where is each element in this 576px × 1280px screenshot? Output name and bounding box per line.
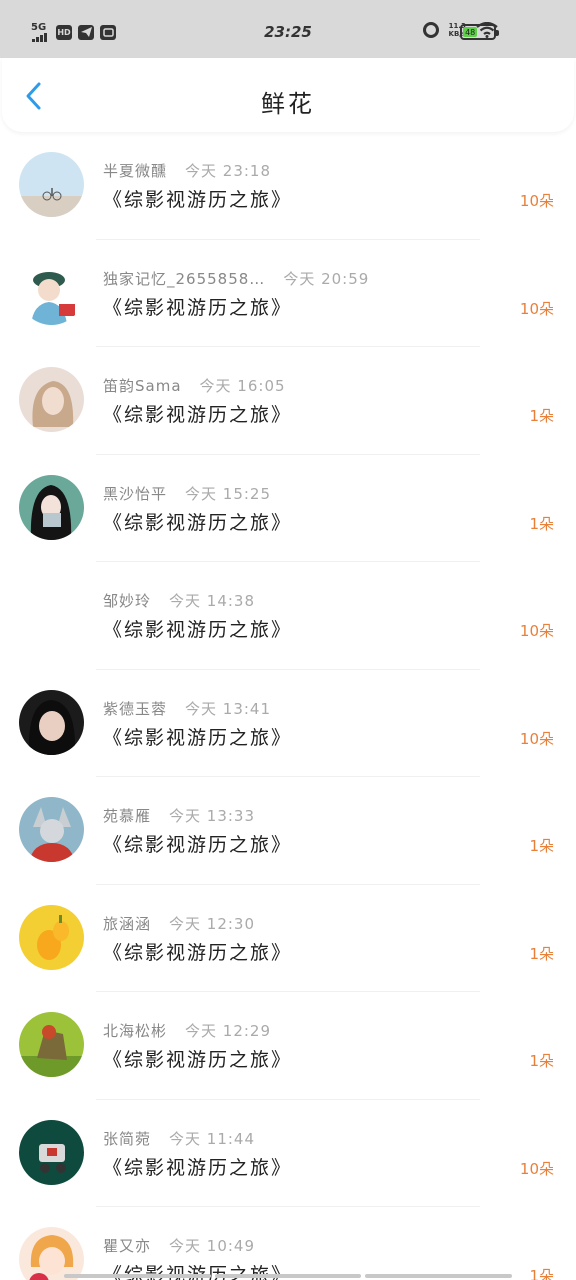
user-name[interactable]: 张简菀 — [103, 1128, 151, 1149]
flower-count: 10朵 — [519, 192, 554, 210]
book-title: 《综影视游历之旅》 — [103, 1049, 293, 1071]
avatar[interactable] — [19, 689, 84, 755]
flower-count: 1朵 — [529, 1267, 554, 1280]
book-title: 《综影视游历之旅》 — [103, 834, 293, 856]
book-title: 《综影视游历之旅》 — [103, 726, 293, 749]
avatar[interactable] — [19, 904, 84, 970]
timestamp: 今天 10:49 — [169, 1237, 256, 1255]
flower-count: 1朵 — [529, 944, 554, 963]
user-name[interactable]: 旅涵涵 — [103, 913, 151, 934]
book-title: 《综影视游历之旅》 — [103, 511, 293, 534]
user-name[interactable]: 独家记忆_2655858… — [103, 268, 265, 289]
book-title: 《综影视游历之旅》 — [103, 941, 293, 964]
nav-bar: 鲜花 — [2, 58, 574, 132]
book-title: 《综影视游历之旅》 — [103, 404, 293, 426]
user-name[interactable]: 北海松彬 — [103, 1020, 167, 1041]
book-title: 《综影视游历之旅》 — [103, 296, 293, 319]
list-item[interactable]: 笛韵Sama 今天 16:05 《综影视游历之旅》 1朵 — [0, 347, 576, 455]
user-name[interactable]: 笛韵Sama — [103, 375, 182, 396]
book-title: 《综影视游历之旅》 — [103, 1156, 293, 1179]
avatar[interactable] — [19, 367, 84, 432]
avatar[interactable] — [19, 474, 84, 540]
flower-count: 1朵 — [529, 407, 554, 425]
avatar[interactable] — [19, 259, 84, 325]
timestamp: 今天 11:44 — [169, 1129, 256, 1148]
user-name[interactable]: 紫德玉蓉 — [103, 698, 167, 719]
timestamp: 今天 13:33 — [169, 807, 256, 825]
book-title: 《综影视游历之旅》 — [103, 619, 293, 641]
timestamp: 今天 23:18 — [185, 162, 272, 180]
flower-count: 10朵 — [519, 729, 554, 748]
avatar[interactable] — [19, 582, 84, 647]
user-name[interactable]: 半夏微醺 — [103, 160, 167, 181]
user-name[interactable]: 苑慕雁 — [103, 805, 151, 826]
user-name[interactable]: 邹妙玲 — [103, 590, 151, 611]
timestamp: 今天 12:29 — [185, 1022, 272, 1040]
flower-count: 10朵 — [519, 1159, 554, 1178]
avatar[interactable] — [19, 152, 84, 217]
flower-count: 1朵 — [529, 514, 554, 533]
avatar[interactable] — [19, 1227, 84, 1280]
avatar[interactable] — [19, 797, 84, 862]
book-title: 《综影视游历之旅》 — [103, 189, 293, 211]
user-name[interactable]: 瞿又亦 — [103, 1235, 151, 1256]
list-item[interactable]: 黑沙怡平 今天 15:25 《综影视游历之旅》 1朵 — [0, 455, 576, 562]
user-name[interactable]: 黑沙怡平 — [103, 483, 167, 504]
list-item[interactable]: 旅涵涵 今天 12:30 《综影视游历之旅》 1朵 — [0, 885, 576, 992]
timestamp: 今天 14:38 — [169, 592, 256, 610]
alarm-icon — [422, 22, 439, 38]
status-bar: 5G HD 23:25 11.3 KB/s 48 — [0, 0, 576, 58]
battery-level: 48 — [463, 27, 478, 37]
timestamp: 今天 13:41 — [185, 699, 272, 718]
avatar[interactable] — [19, 1012, 84, 1077]
timestamp: 今天 16:05 — [199, 377, 286, 395]
flower-count: 10朵 — [519, 299, 554, 318]
list-item[interactable]: 半夏微醺 今天 23:18 《综影视游历之旅》 10朵 — [0, 132, 576, 240]
list-item[interactable]: 独家记忆_2655858… 今天 20:59 《综影视游历之旅》 10朵 — [0, 240, 576, 347]
list-item[interactable]: 苑慕雁 今天 13:33 《综影视游历之旅》 1朵 — [0, 777, 576, 885]
timestamp: 今天 20:59 — [283, 269, 370, 288]
list-item[interactable]: 邹妙玲 今天 14:38 《综影视游历之旅》 10朵 — [0, 562, 576, 670]
list-item[interactable]: 张简菀 今天 11:44 《综影视游历之旅》 10朵 — [0, 1100, 576, 1207]
avatar[interactable] — [19, 1119, 84, 1185]
flower-count: 10朵 — [519, 622, 554, 640]
list-item[interactable]: 瞿又亦 今天 10:49 《综影视游历之旅》 1朵 — [0, 1207, 576, 1280]
timestamp: 今天 15:25 — [185, 484, 272, 503]
page-title: 鲜花 — [261, 90, 315, 118]
timestamp: 今天 12:30 — [169, 914, 256, 933]
scroll-indicator — [64, 1274, 513, 1278]
flower-count: 1朵 — [529, 1052, 554, 1070]
flower-list: 半夏微醺 今天 23:18 《综影视游历之旅》 10朵 独家记忆_2655858…… — [0, 132, 576, 1280]
list-item[interactable]: 紫德玉蓉 今天 13:41 《综影视游历之旅》 10朵 — [0, 670, 576, 777]
battery-icon: 48 — [460, 24, 499, 40]
list-item[interactable]: 北海松彬 今天 12:29 《综影视游历之旅》 1朵 — [0, 992, 576, 1100]
flower-count: 1朵 — [529, 837, 554, 855]
